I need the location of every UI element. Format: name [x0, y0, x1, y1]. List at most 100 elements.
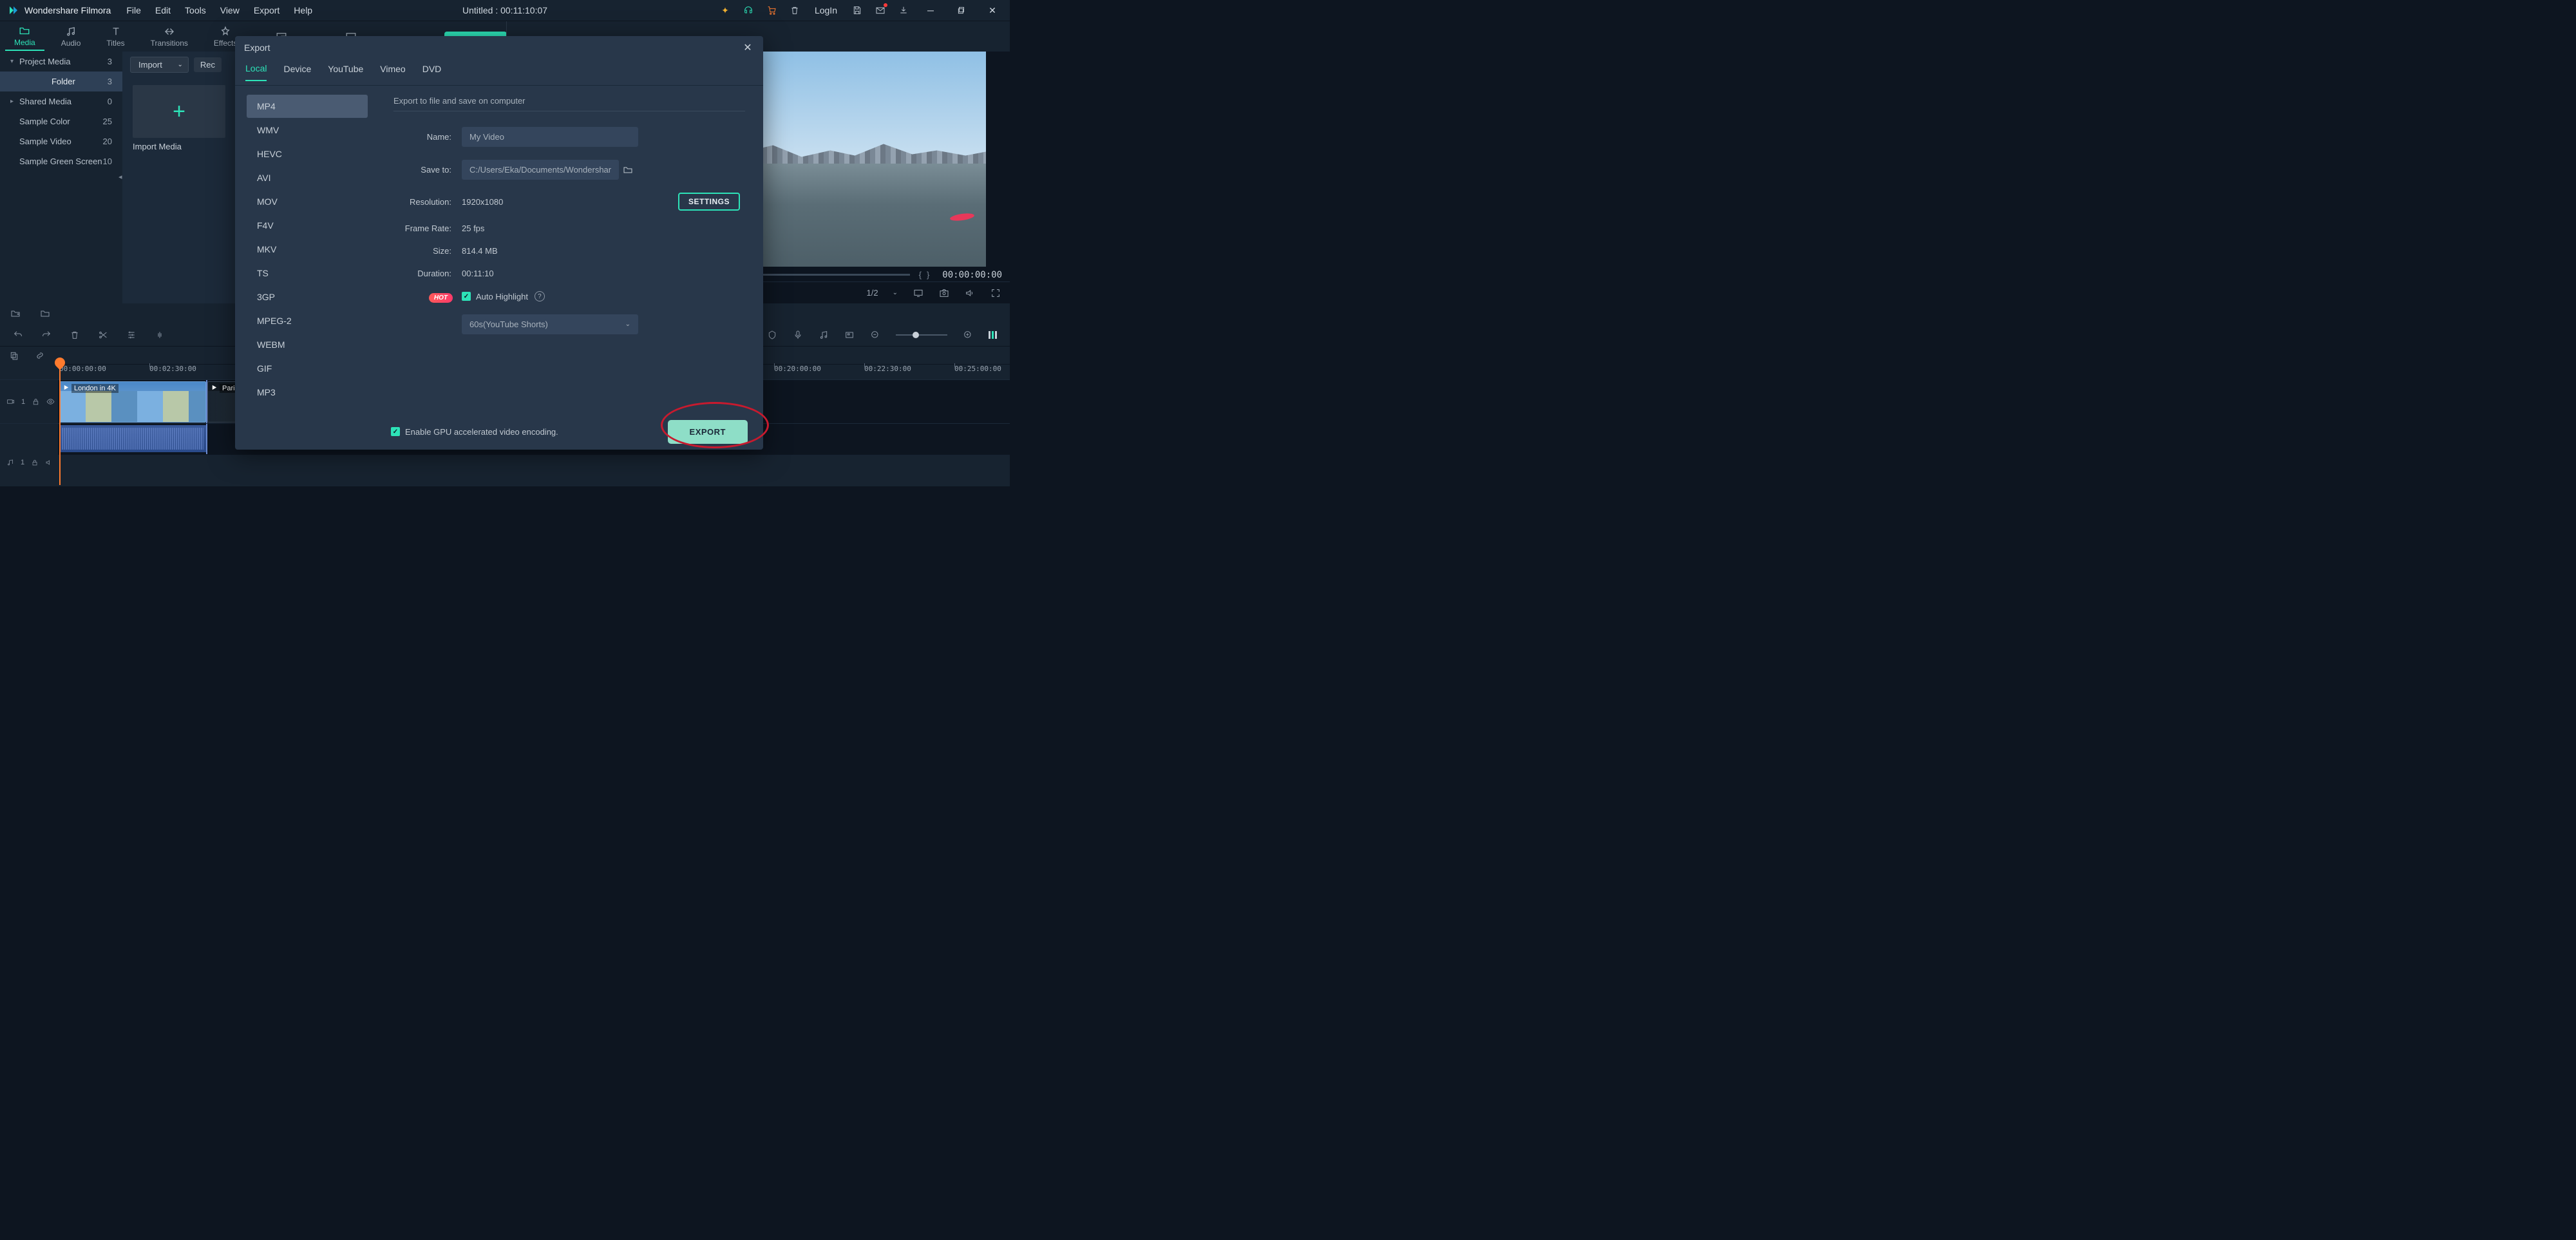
export-tab-device[interactable]: Device	[283, 64, 311, 81]
format-item-mkv[interactable]: MKV	[247, 238, 368, 261]
sidebar-item-shared-media[interactable]: ▸ Shared Media 0	[0, 91, 122, 111]
format-item-ts[interactable]: TS	[247, 262, 368, 285]
marker-icon[interactable]	[767, 330, 777, 340]
sidebar-item-sample-video[interactable]: Sample Video 20	[0, 131, 122, 151]
folder-icon[interactable]	[40, 309, 50, 319]
highlight-preset-dropdown[interactable]: 60s(YouTube Shorts) ⌄	[462, 314, 638, 334]
tab-media[interactable]: Media	[5, 23, 44, 51]
format-item-avi[interactable]: AVI	[247, 166, 368, 189]
import-media-thumb[interactable]: +	[133, 85, 225, 138]
export-tab-vimeo[interactable]: Vimeo	[380, 64, 405, 81]
format-item-3gp[interactable]: 3GP	[247, 285, 368, 309]
link-icon[interactable]	[35, 350, 45, 361]
delete-icon[interactable]	[789, 5, 800, 16]
name-input[interactable]	[462, 127, 638, 147]
display-icon[interactable]	[913, 288, 923, 298]
maximize-button[interactable]	[952, 1, 971, 20]
saveto-input[interactable]	[462, 160, 619, 180]
download-icon[interactable]	[898, 5, 909, 16]
zoom-slider[interactable]	[896, 334, 947, 336]
copy-timeline-icon[interactable]	[9, 350, 19, 361]
menu-help[interactable]: Help	[294, 5, 312, 15]
duration-label: Duration:	[393, 269, 462, 278]
audio-beat-icon[interactable]	[155, 330, 165, 340]
voiceover-icon[interactable]	[793, 330, 803, 340]
minimize-button[interactable]: ─	[921, 1, 940, 20]
app-logo-icon	[8, 5, 19, 16]
settings-button[interactable]: SETTINGS	[678, 193, 740, 211]
snapshot-icon[interactable]	[939, 288, 949, 298]
sidebar-item-sample-green[interactable]: Sample Green Screen 10	[0, 151, 122, 171]
timeline-view-icon[interactable]	[989, 331, 997, 339]
adjust-icon[interactable]	[126, 330, 137, 340]
music-track: 1	[0, 454, 1010, 470]
close-icon[interactable]: ✕	[741, 41, 754, 54]
timeline-clip[interactable]: London in 4K	[59, 381, 206, 423]
zoom-out-icon[interactable]	[870, 330, 880, 340]
fullscreen-icon[interactable]	[990, 288, 1001, 298]
redo-icon[interactable]	[41, 330, 52, 340]
sidebar-item-label: Project Media	[19, 57, 108, 66]
record-button[interactable]: Rec	[194, 57, 222, 72]
gpu-checkbox[interactable]: ✓	[391, 427, 400, 436]
format-item-mp4[interactable]: MP4	[247, 95, 368, 118]
media-card-import[interactable]: + Import Media	[133, 85, 225, 151]
mail-icon[interactable]	[875, 5, 886, 16]
split-icon[interactable]	[98, 330, 108, 340]
mark-out-icon[interactable]: }	[927, 270, 929, 280]
zoom-handle[interactable]	[913, 332, 919, 338]
cart-icon[interactable]	[766, 5, 777, 16]
sidebar-item-project-media[interactable]: ▾ Project Media 3	[0, 52, 122, 72]
export-tab-local[interactable]: Local	[245, 63, 267, 81]
format-item-mpeg2[interactable]: MPEG-2	[247, 309, 368, 332]
close-button[interactable]: ✕	[983, 1, 1002, 20]
sidebar-item-sample-color[interactable]: Sample Color 25	[0, 111, 122, 131]
volume-icon[interactable]	[45, 459, 53, 466]
menu-tools[interactable]: Tools	[185, 5, 206, 15]
export-tab-dvd[interactable]: DVD	[422, 64, 442, 81]
tips-icon[interactable]: ✦	[719, 5, 731, 16]
zoom-in-icon[interactable]	[963, 330, 973, 340]
export-confirm-button[interactable]: EXPORT	[668, 420, 748, 444]
delete-clip-icon[interactable]	[70, 330, 80, 340]
format-item-mp3[interactable]: MP3	[247, 381, 368, 404]
help-icon[interactable]: ?	[535, 291, 545, 301]
undo-icon[interactable]	[13, 330, 23, 340]
menu-export[interactable]: Export	[254, 5, 279, 15]
audio-mixer-icon[interactable]	[819, 330, 829, 340]
format-item-mov[interactable]: MOV	[247, 190, 368, 213]
menu-edit[interactable]: Edit	[155, 5, 171, 15]
format-item-f4v[interactable]: F4V	[247, 214, 368, 237]
sidebar-item-folder[interactable]: Folder 3	[0, 72, 122, 91]
new-folder-icon[interactable]	[10, 309, 21, 319]
auto-highlight-checkbox[interactable]: ✓	[462, 292, 471, 301]
browse-folder-icon[interactable]	[623, 165, 633, 175]
keyframe-icon[interactable]	[844, 330, 855, 340]
document-title: Untitled : 00:11:10:07	[462, 5, 547, 15]
volume-icon[interactable]	[965, 288, 975, 298]
format-item-gif[interactable]: GIF	[247, 357, 368, 380]
tab-audio[interactable]: Audio	[52, 23, 90, 50]
eye-icon[interactable]	[46, 397, 55, 406]
audio-waveform[interactable]	[59, 425, 206, 452]
export-tab-youtube[interactable]: YouTube	[328, 64, 363, 81]
format-item-hevc[interactable]: HEVC	[247, 142, 368, 166]
sidebar-handle-icon[interactable]: ◂	[118, 173, 122, 181]
import-dropdown[interactable]: Import ⌄	[130, 57, 189, 73]
lock-icon[interactable]	[32, 397, 40, 406]
tab-titles[interactable]: Titles	[97, 23, 133, 50]
menu-file[interactable]: File	[126, 5, 141, 15]
timeline-playhead[interactable]	[59, 364, 61, 485]
lock-icon[interactable]	[31, 459, 39, 466]
mark-in-icon[interactable]: {	[919, 270, 922, 280]
save-icon[interactable]	[851, 5, 863, 16]
login-button[interactable]: LogIn	[815, 5, 837, 15]
support-icon[interactable]	[743, 5, 754, 16]
format-item-wmv[interactable]: WMV	[247, 119, 368, 142]
menu-view[interactable]: View	[220, 5, 240, 15]
resolution-label: Resolution:	[393, 197, 462, 207]
tab-media-label: Media	[14, 38, 35, 47]
format-item-webm[interactable]: WEBM	[247, 333, 368, 356]
tab-transitions[interactable]: Transitions	[142, 23, 197, 50]
zoom-ratio-dropdown[interactable]: 1/2⌄	[867, 288, 898, 298]
